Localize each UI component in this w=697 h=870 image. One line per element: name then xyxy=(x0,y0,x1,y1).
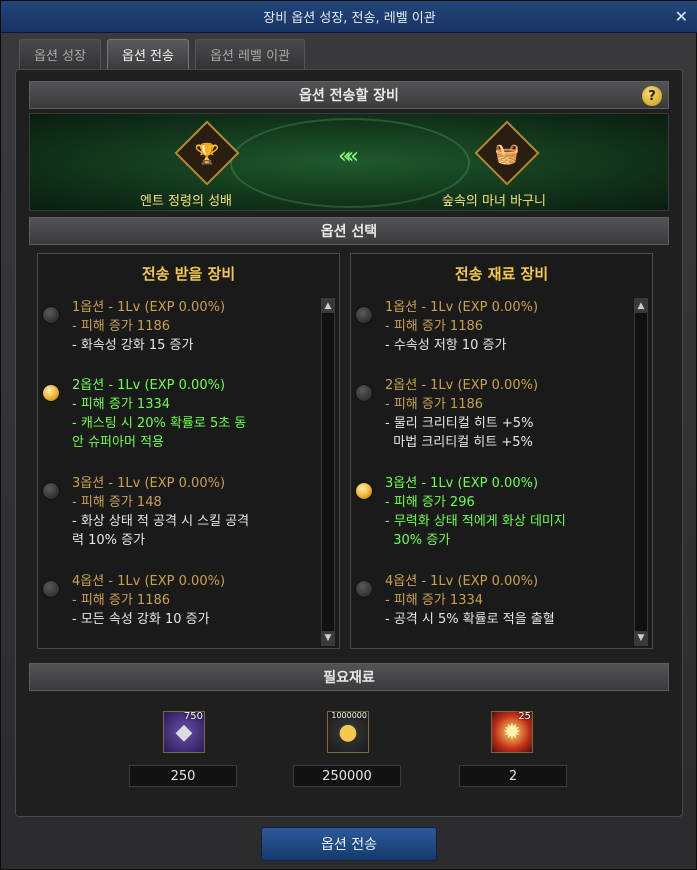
option-damage: - 피해 증가 148 xyxy=(72,495,162,510)
transfer-option-button[interactable]: 옵션 전송 xyxy=(261,827,437,861)
right-option-2[interactable]: 2옵션 - 1Lv (EXP 0.00%) - 피해 증가 1186 - 물리 … xyxy=(385,376,635,452)
transfer-arrow-icon: «« xyxy=(338,144,359,169)
right-scrollbar[interactable]: ▲ ▼ xyxy=(634,298,648,646)
right-option-2-radio[interactable] xyxy=(355,384,373,402)
right-option-1[interactable]: 1옵션 - 1Lv (EXP 0.00%) - 피해 증가 1186 - 수속성… xyxy=(385,298,635,355)
option-head: 4옵션 - 1Lv (EXP 0.00%) xyxy=(385,574,539,589)
left-option-1-radio[interactable] xyxy=(42,306,60,324)
left-option-1[interactable]: 1옵션 - 1Lv (EXP 0.00%) - 피해 증가 1186 - 화속성… xyxy=(72,298,322,355)
option-effect: - 공격 시 5% 확률로 적을 출혈 xyxy=(385,612,555,627)
materials-section-title: 필요재료 xyxy=(323,670,375,686)
gold-coins-icon: ● xyxy=(338,719,358,745)
left-option-2[interactable]: 2옵션 - 1Lv (EXP 0.00%) - 피해 증가 1334 - 캐스팅… xyxy=(72,376,322,452)
right-option-3-radio[interactable] xyxy=(355,482,373,500)
material-column-title: 전송 재료 장비 xyxy=(454,264,549,283)
window-title: 장비 옵션 성장, 전송, 레벨 이관 xyxy=(263,11,436,26)
option-section-header: 옵션 선택 xyxy=(29,217,669,245)
receiving-item-name: 엔트 정령의 성배 xyxy=(140,194,232,209)
option-damage: - 피해 증가 1186 xyxy=(385,397,484,412)
gold-crystal-icon: ◆ xyxy=(175,719,193,745)
left-option-2-radio[interactable] xyxy=(42,384,60,402)
receiving-options-panel: 전송 받을 장비 1옵션 - 1Lv (EXP 0.00%) - 피해 증가 1… xyxy=(37,253,340,649)
option-effect: 30% 증가 xyxy=(385,533,451,548)
chalice-icon: 🏆 xyxy=(194,141,220,165)
option-effect: 력 10% 증가 xyxy=(72,533,146,548)
material-qty-3: 2 xyxy=(459,765,567,787)
right-option-4-radio[interactable] xyxy=(355,580,373,598)
option-head: 1옵션 - 1Lv (EXP 0.00%) xyxy=(385,300,539,315)
option-effect: - 수속성 저항 10 증가 xyxy=(385,338,507,353)
option-head: 1옵션 - 1Lv (EXP 0.00%) xyxy=(72,300,226,315)
left-option-3-radio[interactable] xyxy=(42,482,60,500)
option-head: 4옵션 - 1Lv (EXP 0.00%) xyxy=(72,574,226,589)
right-option-3[interactable]: 3옵션 - 1Lv (EXP 0.00%) - 피해 증가 296 - 무력화 … xyxy=(385,474,635,550)
tab-bar: 옵션 성장 옵션 전송 옵션 레벨 이관 xyxy=(19,39,305,69)
option-section-title: 옵션 선택 xyxy=(320,224,378,240)
material-qty-2: 250000 xyxy=(293,765,401,787)
option-transfer-window: 장비 옵션 성장, 전송, 레벨 이관 ✕ 옵션 성장 옵션 전송 옵션 레벨 … xyxy=(0,0,697,870)
option-effect: - 캐스팅 시 20% 확률로 5초 동 xyxy=(72,416,247,431)
option-effect: - 모든 속성 강화 10 증가 xyxy=(72,612,210,627)
left-option-3[interactable]: 3옵션 - 1Lv (EXP 0.00%) - 피해 증가 148 - 화상 상… xyxy=(72,474,322,550)
receiving-column-title: 전송 받을 장비 xyxy=(141,264,236,283)
left-option-4-radio[interactable] xyxy=(42,580,60,598)
tab-option-level-transfer[interactable]: 옵션 레벨 이관 xyxy=(194,39,305,69)
transfer-banner: 🏆 엔트 정령의 성배 «« 🧺 숲속의 마녀 바구니 xyxy=(29,113,669,211)
option-damage: - 피해 증가 1334 xyxy=(385,593,484,608)
option-damage: - 피해 증가 1186 xyxy=(385,319,484,334)
option-effect: - 물리 크리티컬 히트 +5% xyxy=(385,416,534,431)
option-head: 2옵션 - 1Lv (EXP 0.00%) xyxy=(72,378,226,393)
scroll-up-icon[interactable]: ▲ xyxy=(635,299,647,313)
material-slot-2[interactable]: 1000000 ● xyxy=(327,711,369,753)
receiving-item-slot[interactable]: 🏆 xyxy=(174,120,240,186)
option-head: 3옵션 - 1Lv (EXP 0.00%) xyxy=(72,476,226,491)
option-effect: 안 슈퍼아머 적용 xyxy=(72,435,164,450)
title-bar[interactable]: 장비 옵션 성장, 전송, 레벨 이관 ✕ xyxy=(1,1,697,33)
option-effect: - 화속성 강화 15 증가 xyxy=(72,338,194,353)
help-icon[interactable]: ? xyxy=(642,86,662,106)
material-options-panel: 전송 재료 장비 1옵션 - 1Lv (EXP 0.00%) - 피해 증가 1… xyxy=(350,253,653,649)
scroll-down-icon[interactable]: ▼ xyxy=(635,631,647,645)
material-badge: 750 xyxy=(183,711,203,722)
basket-icon: 🧺 xyxy=(494,141,520,165)
materials-section-header: 필요재료 xyxy=(29,663,669,691)
material-slot-1[interactable]: 750 ◆ xyxy=(163,711,205,753)
option-damage: - 피해 증가 1186 xyxy=(72,319,171,334)
right-option-4[interactable]: 4옵션 - 1Lv (EXP 0.00%) - 피해 증가 1334 - 공격 … xyxy=(385,572,635,629)
target-section-header: 옵션 전송할 장비 ? xyxy=(29,81,669,109)
target-section-title: 옵션 전송할 장비 xyxy=(299,88,399,104)
option-effect: - 무력화 상태 적에게 화상 데미지 xyxy=(385,514,566,529)
option-head: 2옵션 - 1Lv (EXP 0.00%) xyxy=(385,378,539,393)
right-option-1-radio[interactable] xyxy=(355,306,373,324)
left-option-4[interactable]: 4옵션 - 1Lv (EXP 0.00%) - 피해 증가 1186 - 모든 … xyxy=(72,572,322,629)
option-head: 3옵션 - 1Lv (EXP 0.00%) xyxy=(385,476,539,491)
option-damage: - 피해 증가 296 xyxy=(385,495,475,510)
material-badge: 1000000 xyxy=(331,711,367,720)
tab-option-transfer[interactable]: 옵션 전송 xyxy=(106,39,189,69)
option-damage: - 피해 증가 1334 xyxy=(72,397,171,412)
option-effect: - 화상 상태 적 공격 시 스킬 공격 xyxy=(72,514,250,529)
material-item-slot[interactable]: 🧺 xyxy=(474,120,540,186)
left-scrollbar[interactable]: ▲ ▼ xyxy=(321,298,335,646)
scroll-up-icon[interactable]: ▲ xyxy=(322,299,334,313)
material-slot-3[interactable]: 25 ✹ xyxy=(491,711,533,753)
fire-burst-icon: ✹ xyxy=(502,719,522,745)
close-icon[interactable]: ✕ xyxy=(675,7,688,26)
scroll-down-icon[interactable]: ▼ xyxy=(322,631,334,645)
option-damage: - 피해 증가 1186 xyxy=(72,593,171,608)
material-qty-1: 250 xyxy=(129,765,237,787)
material-item-name: 숲속의 마녀 바구니 xyxy=(442,194,546,209)
tab-option-growth[interactable]: 옵션 성장 xyxy=(19,39,101,69)
material-badge: 25 xyxy=(518,711,531,722)
option-effect: 마법 크리티컬 히트 +5% xyxy=(385,435,533,450)
